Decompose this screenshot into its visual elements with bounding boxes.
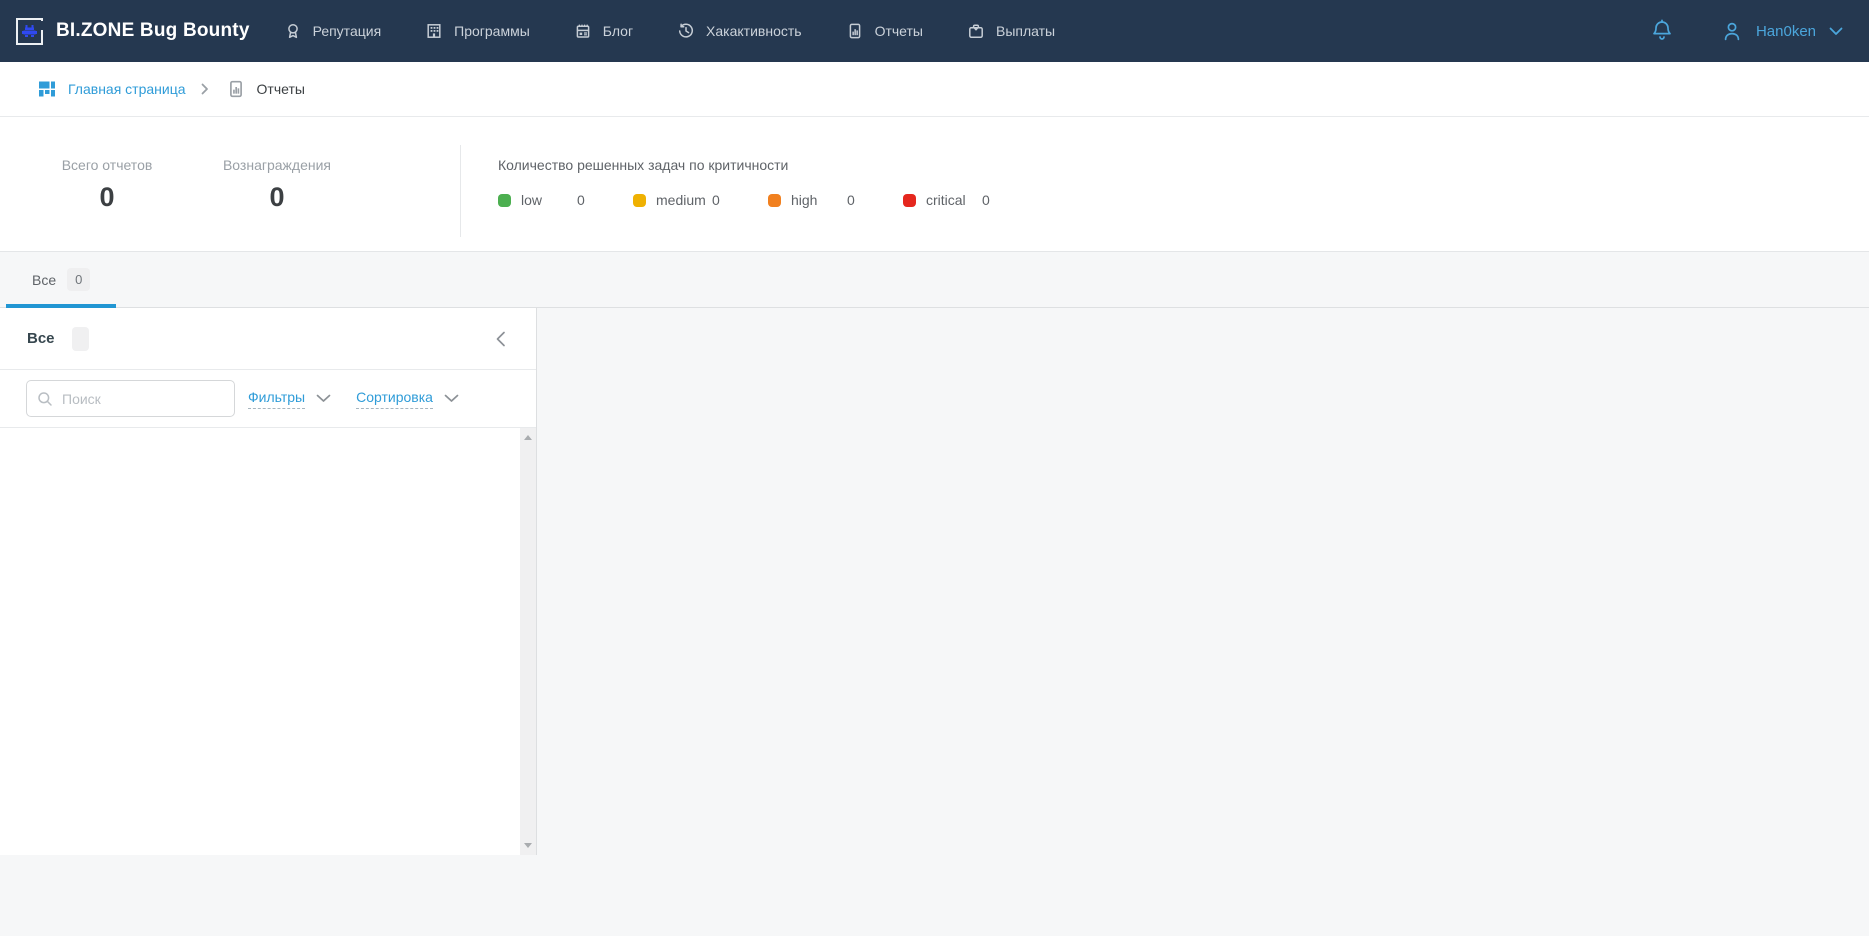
panel-header: Все [0,308,536,370]
nav-item-payouts[interactable]: Выплаты [967,22,1055,40]
search-icon [37,391,53,407]
tab-strip: Все 0 [0,252,1869,308]
main-nav: Репутация Программы [284,22,1100,40]
notepad-icon [574,22,592,40]
legend-label: low [521,192,577,208]
stats-section: Всего отчетов 0 Вознаграждения 0 Количес… [0,117,1869,252]
stat-rewards: Вознаграждения 0 [192,157,362,251]
low-swatch [498,194,511,207]
legend-value: 0 [847,192,855,208]
critical-swatch [903,194,916,207]
legend-label: medium [656,192,712,208]
stat-value: 0 [192,182,362,213]
user-icon [1720,19,1744,43]
report-doc-icon [226,79,246,99]
legend-item-medium: medium 0 [633,192,768,208]
stat-total-reports: Всего отчетов 0 [22,157,192,251]
legend-value: 0 [577,192,585,208]
stat-label: Всего отчетов [22,157,192,173]
breadcrumb-current: Отчеты [257,81,305,97]
nav-item-label: Хакактивность [706,23,802,39]
severity-legend: low 0 medium 0 high 0 critical 0 [498,192,1038,208]
filters-dropdown[interactable]: Фильтры [248,389,331,409]
vertical-divider [460,145,461,237]
home-grid-icon [37,79,57,99]
legend-value: 0 [712,192,720,208]
nav-item-blog[interactable]: Блог [574,22,633,40]
severity-block: Количество решенных задач по критичности… [498,157,1038,251]
chevron-down-icon [316,394,331,403]
legend-item-critical: critical 0 [903,192,1038,208]
nav-item-label: Блог [603,23,633,39]
username: Han0ken [1756,23,1816,40]
panel-title: Все [27,330,55,347]
chevron-right-icon [201,83,209,95]
bizone-logo[interactable] [16,18,43,45]
tab-all[interactable]: Все 0 [6,252,116,307]
top-navbar: BI.ZONE Bug Bounty Репутация [0,0,1869,62]
severity-title: Количество решенных задач по критичности [498,157,1038,173]
chevron-down-icon [444,394,459,403]
nav-item-programs[interactable]: Программы [425,22,530,40]
stat-value: 0 [22,182,192,213]
collapse-panel-button[interactable] [495,331,506,347]
breadcrumb: Главная страница Отчеты [0,62,1869,117]
navbar-right: Han0ken [1650,18,1843,44]
chevron-left-icon [495,331,506,347]
notifications-button[interactable] [1650,18,1674,44]
scrollbar[interactable] [520,428,536,855]
reports-list [0,428,536,855]
nav-item-label: Выплаты [996,23,1055,39]
legend-label: high [791,192,847,208]
bell-icon [1650,18,1674,44]
search-box [26,380,235,417]
tab-label: Все [32,272,56,288]
nav-item-reputation[interactable]: Репутация [284,22,382,40]
nav-item-reports[interactable]: Отчеты [846,22,923,40]
nav-item-label: Отчеты [875,23,923,39]
chevron-down-icon [1829,27,1843,36]
nav-item-label: Репутация [313,23,382,39]
high-swatch [768,194,781,207]
reports-list-panel: Все Фильтры Сортировка [0,308,537,855]
history-icon [677,22,695,40]
user-menu[interactable]: Han0ken [1720,19,1843,43]
filters-label: Фильтры [248,389,305,409]
nav-item-hackactivity[interactable]: Хакактивность [677,22,802,40]
legend-value: 0 [982,192,990,208]
report-icon [846,22,864,40]
sort-dropdown[interactable]: Сортировка [356,389,459,409]
legend-item-low: low 0 [498,192,633,208]
logo-notch [40,21,45,30]
scroll-down-arrow[interactable] [524,843,532,848]
medium-swatch [633,194,646,207]
filter-row: Фильтры Сортировка [0,370,536,428]
tab-count-badge: 0 [67,268,90,291]
stat-label: Вознаграждения [192,157,362,173]
search-input[interactable] [62,391,217,407]
legend-item-high: high 0 [768,192,903,208]
briefcase-icon [967,22,985,40]
nav-item-label: Программы [454,23,530,39]
brand-title: BI.ZONE Bug Bounty [56,20,250,42]
legend-label: critical [926,192,982,208]
sort-label: Сортировка [356,389,433,409]
medal-icon [284,22,302,40]
panel-count-badge [72,327,89,351]
building-icon [425,22,443,40]
scroll-up-arrow[interactable] [524,435,532,440]
breadcrumb-home-link[interactable]: Главная страница [68,81,186,97]
bug-icon [22,25,37,38]
